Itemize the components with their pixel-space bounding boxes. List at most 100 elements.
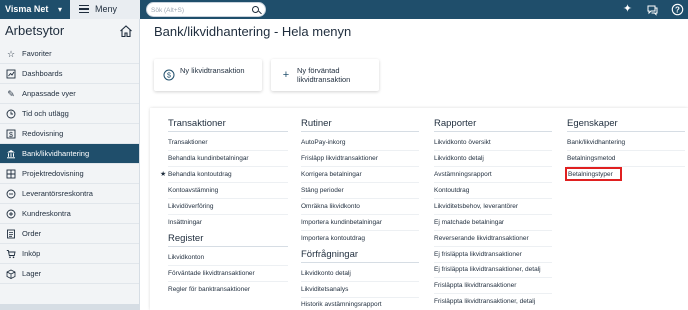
menu-button[interactable]: Meny: [70, 0, 140, 19]
search-icon[interactable]: [252, 6, 259, 13]
menu-link[interactable]: Likvidkonto detalj: [434, 154, 484, 163]
grid-icon: [6, 169, 16, 179]
menu-link[interactable]: Importera kundinbetalningar: [301, 218, 382, 227]
divider: [567, 131, 685, 132]
chevron-down-icon[interactable]: ▾: [54, 0, 66, 19]
menu-link[interactable]: Importera kontoutdrag: [301, 234, 365, 243]
divider: [168, 198, 288, 199]
menu-link[interactable]: Likvidkonton: [168, 253, 204, 262]
sidebar-item-projektredovisning[interactable]: Projektredovisning: [0, 164, 139, 184]
menu-link[interactable]: Behandla kundinbetalningar: [168, 154, 249, 163]
sidebar-item-order[interactable]: Order: [0, 224, 139, 244]
menu-link[interactable]: Transaktioner: [168, 138, 208, 147]
menu-link[interactable]: Frisläpp likvidtransaktioner: [301, 154, 378, 163]
sidebar-item-inkop[interactable]: Inköp: [0, 244, 139, 264]
menu-link[interactable]: Insättningar: [168, 218, 202, 227]
column-title-rutiner: Rutiner: [301, 118, 332, 129]
column-title-forfragningar: Förfrågningar: [301, 249, 359, 260]
minus-circle-icon: [6, 189, 16, 199]
sidebar-item-kundreskontra[interactable]: Kundreskontra: [0, 204, 139, 224]
divider: [168, 182, 288, 183]
menu-link[interactable]: Omräkna likvidkonto: [301, 202, 360, 211]
new-cash-transaction-button[interactable]: $ Ny likvidtransaktion: [154, 59, 262, 91]
chart-icon: [6, 69, 16, 79]
top-bar: Visma Net ▾ Meny ✦ ?: [0, 0, 688, 19]
chat-icon[interactable]: [646, 3, 659, 16]
divider: [301, 182, 419, 183]
sidebar-item-leverantorsreskontra[interactable]: Leverantörsreskontra: [0, 184, 139, 204]
company-name: Visma Net: [5, 4, 49, 14]
menu-link[interactable]: Regler för banktransaktioner: [168, 285, 250, 294]
divider: [168, 166, 288, 167]
divider: [168, 281, 288, 282]
menu-link[interactable]: Avstämningsrapport: [434, 170, 492, 179]
divider: [301, 297, 419, 298]
divider: [301, 281, 419, 282]
sidebar-scrollbar[interactable]: [0, 304, 139, 310]
column-title-egenskaper: Egenskaper: [567, 118, 618, 129]
divider: [434, 277, 552, 278]
divider: [168, 214, 288, 215]
hamburger-icon: [79, 5, 89, 13]
plus-icon: +: [282, 69, 290, 81]
divider: [434, 214, 552, 215]
divider: [301, 131, 419, 132]
menu-link[interactable]: Frisläppta likvidtransaktioner: [434, 281, 516, 290]
sidebar-item-anpassade-vyer[interactable]: ✎ Anpassade vyer: [0, 84, 139, 104]
divider: [434, 198, 552, 199]
menu-link[interactable]: Likvidöverföring: [168, 202, 214, 211]
menu-link[interactable]: Bank/likvidhantering: [567, 138, 625, 147]
divider: [168, 150, 288, 151]
menu-link[interactable]: Betalningsmetod: [567, 154, 615, 163]
menu-link[interactable]: Stäng perioder: [301, 186, 344, 195]
sidebar-item-favoriter[interactable]: ☆ Favoriter: [0, 44, 139, 64]
pencil-icon: ✎: [7, 89, 15, 99]
menu-link[interactable]: Likviditetsanalys: [301, 285, 348, 294]
divider: [567, 150, 685, 151]
divider: [434, 131, 552, 132]
sidebar-title: Arbetsytor: [5, 23, 65, 38]
sidebar-item-tid-och-utlagg[interactable]: Tid och utlägg: [0, 104, 139, 124]
sparkle-icon[interactable]: ✦: [621, 3, 634, 16]
menu-link[interactable]: Korrigera betalningar: [301, 170, 362, 179]
menu-link[interactable]: Likvidkonto översikt: [434, 138, 491, 147]
dollar-icon: $: [6, 129, 16, 139]
divider: [301, 150, 419, 151]
new-expected-cash-transaction-button[interactable]: + Ny förväntad likvidtransaktion: [271, 59, 379, 91]
svg-text:$: $: [9, 132, 13, 139]
plus-circle-icon: [6, 209, 16, 219]
menu-link[interactable]: Reverserande likvidtransaktioner: [434, 234, 529, 243]
sidebar-item-bank-likvidhantering[interactable]: Bank/likvidhantering: [0, 144, 139, 164]
menu-link[interactable]: Ej frisläppta likvidtransaktioner, detal…: [434, 265, 541, 274]
menu-link[interactable]: Ej frisläppta likvidtransaktioner: [434, 250, 522, 259]
star-icon[interactable]: ★: [160, 170, 166, 179]
sidebar-item-label: Anpassade vyer: [22, 89, 76, 98]
box-icon: [6, 269, 16, 279]
home-icon[interactable]: [119, 24, 133, 38]
search-box[interactable]: [146, 2, 266, 17]
svg-text:$: $: [167, 73, 171, 80]
menu-link[interactable]: AutoPay-inkorg: [301, 138, 345, 147]
menu-link[interactable]: Förväntade likvidtransaktioner: [168, 269, 255, 278]
sidebar-item-label: Inköp: [22, 249, 41, 258]
menu-link[interactable]: Likviditetsbehov, leverantörer: [434, 202, 518, 211]
search-input[interactable]: [151, 4, 247, 16]
help-icon[interactable]: ?: [671, 3, 684, 16]
sidebar-item-label: Favoriter: [22, 49, 52, 58]
menu-link[interactable]: Ej matchade betalningar: [434, 218, 504, 227]
menu-link[interactable]: Behandla kontoutdrag: [168, 170, 232, 179]
sidebar-item-dashboards[interactable]: Dashboards: [0, 64, 139, 84]
column-title-rapporter: Rapporter: [434, 118, 477, 129]
cart-icon: [6, 249, 16, 259]
menu-link[interactable]: Kontoutdrag: [434, 186, 469, 195]
divider: [301, 198, 419, 199]
menu-link[interactable]: Historik avstämningsrapport: [301, 300, 382, 309]
menu-link[interactable]: Frisläppta likvidtransaktioner, detalj: [434, 297, 535, 306]
highlight-box: [565, 167, 622, 181]
sidebar-item-lager[interactable]: Lager: [0, 264, 139, 284]
divider: [168, 246, 288, 247]
menu-link[interactable]: Kontoavstämning: [168, 186, 218, 195]
sidebar-item-redovisning[interactable]: $ Redovisning: [0, 124, 139, 144]
divider: [434, 150, 552, 151]
menu-link[interactable]: Likvidkonto detalj: [301, 269, 351, 278]
